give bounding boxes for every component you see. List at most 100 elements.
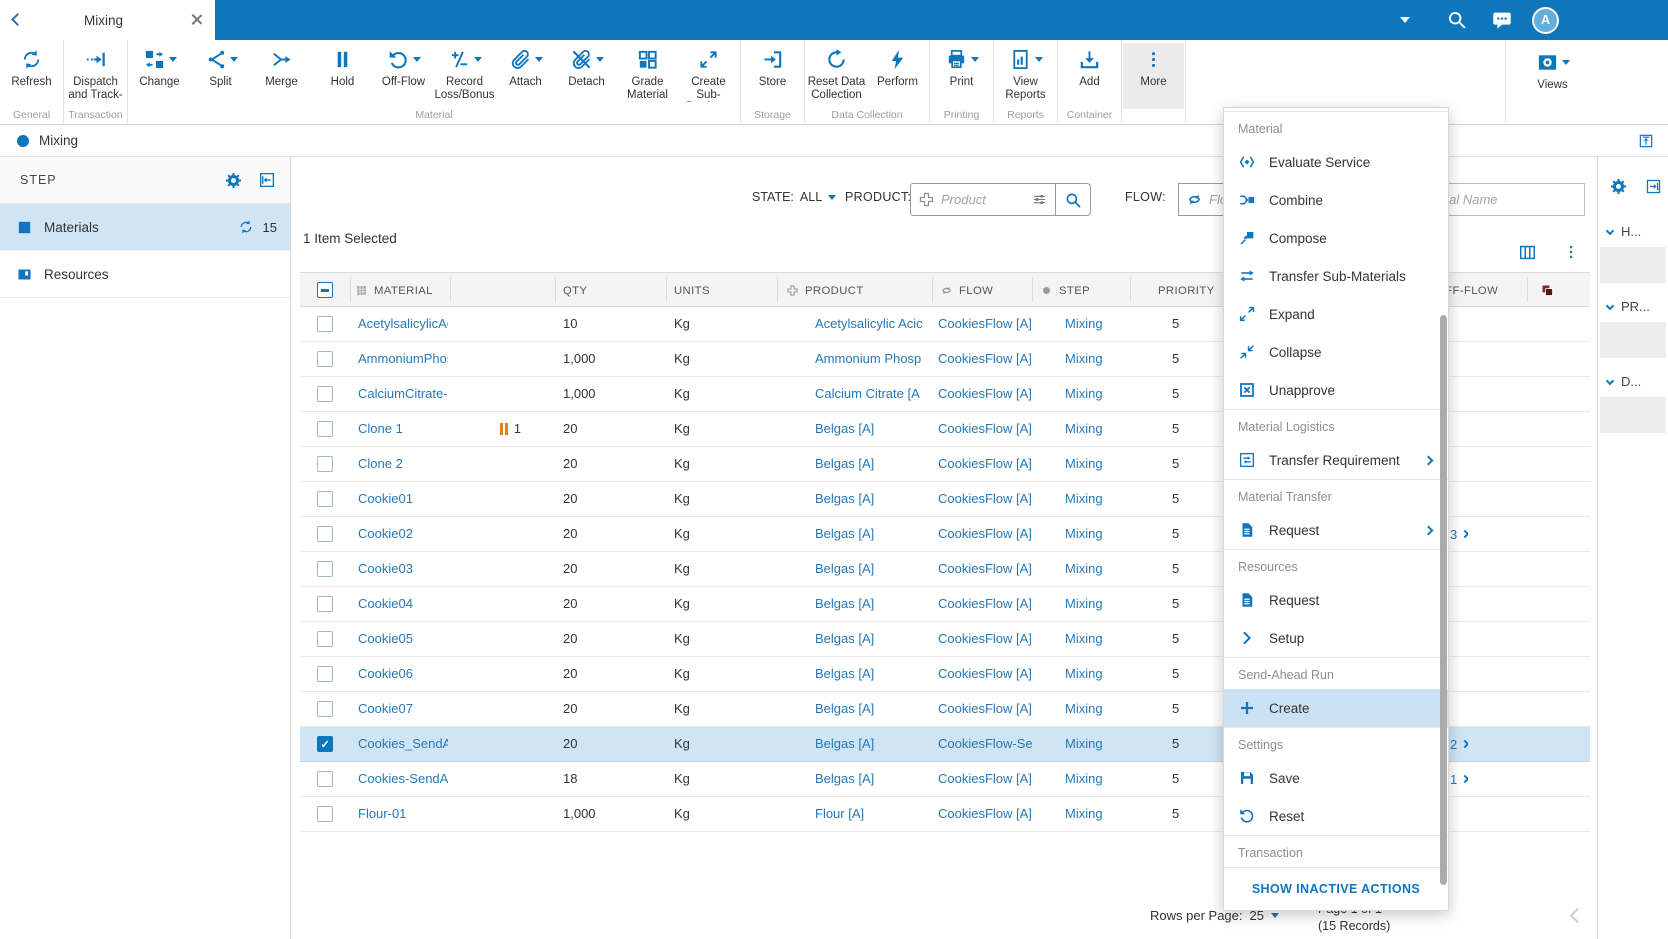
product-link[interactable]: Ammonium Phosp: [815, 342, 929, 376]
flow-link[interactable]: CookiesFlow [A]: [938, 482, 1033, 516]
flow-link[interactable]: CookiesFlow [A]: [938, 307, 1033, 341]
row-checkbox[interactable]: [317, 736, 333, 752]
material-link[interactable]: AcetylsalicylicAcid: [358, 307, 448, 341]
material-link[interactable]: CalciumCitrate-01: [358, 377, 448, 411]
menu-item[interactable]: Evaluate Service: [1224, 143, 1448, 181]
toolbar-button[interactable]: Record Loss/Bonus: [434, 43, 495, 109]
menu-item[interactable]: Combine: [1224, 181, 1448, 219]
flow-link[interactable]: CookiesFlow [A]: [938, 657, 1033, 691]
step-link[interactable]: Mixing: [1065, 307, 1127, 341]
show-inactive-actions-button[interactable]: SHOW INACTIVE ACTIONS: [1224, 867, 1448, 910]
toolbar-button[interactable]: Change: [129, 43, 190, 109]
product-link[interactable]: Belgas [A]: [815, 412, 929, 446]
views-button[interactable]: Views: [1522, 46, 1583, 92]
state-filter[interactable]: STATE: ALL: [752, 190, 836, 204]
row-checkbox[interactable]: [317, 666, 333, 682]
flow-link[interactable]: CookiesFlow [A]: [938, 622, 1033, 656]
material-link[interactable]: Cookie02: [358, 517, 448, 551]
toolbar-button[interactable]: Detach: [556, 43, 617, 109]
product-link[interactable]: Flour [A]: [815, 797, 929, 831]
section-toggle[interactable]: H...: [1598, 217, 1668, 245]
step-link[interactable]: Mixing: [1065, 762, 1127, 796]
chat-icon[interactable]: [1491, 9, 1513, 31]
collapse-left-icon[interactable]: [258, 171, 276, 189]
column-header-priority[interactable]: PRIORITY: [1158, 273, 1215, 308]
row-checkbox[interactable]: [317, 631, 333, 647]
menu-item[interactable]: Save: [1224, 759, 1448, 797]
material-link[interactable]: Cookie04: [358, 587, 448, 621]
product-link[interactable]: Belgas [A]: [815, 447, 929, 481]
flow-link[interactable]: CookiesFlow [A]: [938, 447, 1033, 481]
previous-page-icon[interactable]: [1570, 908, 1586, 924]
toolbar-button[interactable]: Store: [742, 43, 803, 109]
gear-icon[interactable]: [224, 171, 243, 190]
material-link[interactable]: Cookie01: [358, 482, 448, 516]
search-white-icon[interactable]: [1446, 9, 1467, 30]
toolbar-button[interactable]: Merge: [251, 43, 312, 109]
expand-right-icon[interactable]: [1645, 178, 1662, 195]
toolbar-button[interactable]: Dispatch and Track-: [65, 43, 126, 109]
product-link[interactable]: Belgas [A]: [815, 482, 929, 516]
column-header-product[interactable]: PRODUCT: [786, 273, 864, 308]
back-icon[interactable]: [11, 13, 24, 26]
material-link[interactable]: Cookie03: [358, 552, 448, 586]
row-checkbox[interactable]: [317, 596, 333, 612]
product-link[interactable]: Belgas [A]: [815, 657, 929, 691]
row-checkbox[interactable]: [317, 316, 333, 332]
refresh-icon[interactable]: [238, 219, 254, 235]
toolbar-button[interactable]: More: [1123, 43, 1184, 109]
step-link[interactable]: Mixing: [1065, 797, 1127, 831]
tab-title[interactable]: Mixing: [84, 13, 123, 28]
section-toggle[interactable]: PR...: [1598, 292, 1668, 320]
menu-item[interactable]: Expand: [1224, 295, 1448, 333]
product-link[interactable]: Acetylsalicylic Acic: [815, 307, 929, 341]
tab-close-icon[interactable]: [190, 13, 203, 26]
step-link[interactable]: Mixing: [1065, 412, 1127, 446]
toolbar-button[interactable]: Add: [1059, 43, 1120, 109]
scrollbar-thumb[interactable]: [1440, 315, 1447, 885]
row-checkbox[interactable]: [317, 526, 333, 542]
row-checkbox[interactable]: [317, 806, 333, 822]
step-link[interactable]: Mixing: [1065, 342, 1127, 376]
toolbar-button[interactable]: Grade Material: [617, 43, 678, 109]
row-checkbox[interactable]: [317, 456, 333, 472]
column-header-qty[interactable]: QTY: [563, 273, 587, 308]
row-checkbox[interactable]: [317, 561, 333, 577]
material-link[interactable]: Flour-01: [358, 797, 448, 831]
column-header-material[interactable]: MATERIAL: [355, 273, 433, 308]
column-header-units[interactable]: UNITS: [674, 273, 710, 308]
product-link[interactable]: Belgas [A]: [815, 727, 929, 761]
columns-icon[interactable]: [1518, 243, 1537, 262]
material-link[interactable]: Clone 2: [358, 447, 448, 481]
material-link[interactable]: Cookie07: [358, 692, 448, 726]
menu-item[interactable]: Request: [1224, 511, 1448, 549]
toolbar-button[interactable]: Off-Flow: [373, 43, 434, 109]
row-checkbox[interactable]: [317, 351, 333, 367]
menu-item[interactable]: Setup: [1224, 619, 1448, 657]
menu-item[interactable]: Unapprove: [1224, 371, 1448, 409]
toolbar-button[interactable]: Perform: [867, 43, 928, 109]
step-link[interactable]: Mixing: [1065, 692, 1127, 726]
toolbar-button[interactable]: Split: [190, 43, 251, 109]
step-link[interactable]: Mixing: [1065, 587, 1127, 621]
product-link[interactable]: Belgas [A]: [815, 552, 929, 586]
material-link[interactable]: Cookies-SendAhe.: [358, 762, 448, 796]
step-link[interactable]: Mixing: [1065, 517, 1127, 551]
column-header-flow[interactable]: FLOW: [940, 273, 993, 308]
flow-link[interactable]: CookiesFlow [A]: [938, 762, 1033, 796]
menu-item[interactable]: Create: [1224, 689, 1448, 727]
step-link[interactable]: Mixing: [1065, 622, 1127, 656]
gear-icon[interactable]: [1609, 177, 1628, 196]
step-link[interactable]: Mixing: [1065, 377, 1127, 411]
row-checkbox[interactable]: [317, 491, 333, 507]
product-link[interactable]: Calcium Citrate [A: [815, 377, 929, 411]
toolbar-button[interactable]: Hold: [312, 43, 373, 109]
toolbar-button[interactable]: Attach: [495, 43, 556, 109]
toolbar-button[interactable]: Refresh: [1, 43, 62, 109]
menu-item[interactable]: Transfer Sub-Materials: [1224, 257, 1448, 295]
topbar-dropdown-icon[interactable]: [1400, 17, 1410, 23]
kebab-icon[interactable]: [1562, 243, 1580, 261]
product-link[interactable]: Belgas [A]: [815, 692, 929, 726]
flow-link[interactable]: CookiesFlow-Senc: [938, 727, 1033, 761]
flow-link[interactable]: CookiesFlow [A]: [938, 552, 1033, 586]
